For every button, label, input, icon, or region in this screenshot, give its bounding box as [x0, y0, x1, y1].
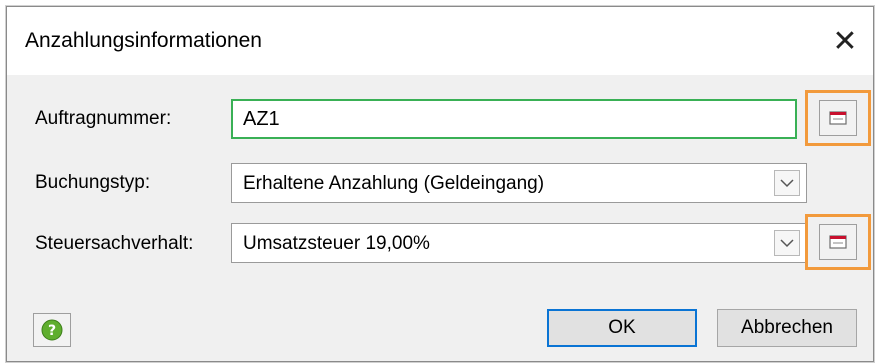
steuersachverhalt-value: Umsatzsteuer 19,00% [243, 233, 430, 254]
chevron-down-icon [780, 238, 794, 247]
buchungstyp-value: Erhaltene Anzahlung (Geldeingang) [243, 173, 545, 194]
steuersachverhalt-picker-button[interactable] [819, 224, 857, 260]
ok-button[interactable]: OK [547, 309, 697, 347]
help-icon: ? [41, 319, 63, 341]
dialog-title: Anzahlungsinformationen [25, 29, 262, 52]
title-bar: Anzahlungsinformationen ✕ [7, 7, 873, 75]
window-picker-icon [829, 111, 847, 125]
steuersachverhalt-label: Steuersachverhalt: [35, 233, 194, 254]
close-icon: ✕ [832, 24, 858, 58]
cancel-button[interactable]: Abbrechen [717, 309, 857, 347]
help-button[interactable]: ? [33, 313, 71, 347]
auftragnummer-label: Auftragnummer: [35, 108, 172, 129]
window-picker-icon [829, 235, 847, 249]
auftragnummer-input[interactable]: AZ1 [231, 99, 797, 139]
anzahlungsinformationen-dialog: Anzahlungsinformationen ✕ Auftragnummer:… [6, 6, 874, 362]
steuersachverhalt-picker-highlight [805, 214, 871, 270]
svg-text:?: ? [48, 323, 56, 339]
steuersachverhalt-select[interactable]: Umsatzsteuer 19,00% [231, 223, 807, 263]
auftragnummer-picker-highlight [805, 90, 871, 146]
chevron-down-icon [780, 178, 794, 187]
steuersachverhalt-dropdown-button[interactable] [774, 230, 800, 256]
auftragnummer-picker-button[interactable] [819, 100, 857, 136]
buchungstyp-select[interactable]: Erhaltene Anzahlung (Geldeingang) [231, 163, 807, 203]
buchungstyp-dropdown-button[interactable] [774, 170, 800, 196]
close-button[interactable]: ✕ [823, 19, 867, 63]
buchungstyp-label: Buchungstyp: [35, 172, 151, 193]
